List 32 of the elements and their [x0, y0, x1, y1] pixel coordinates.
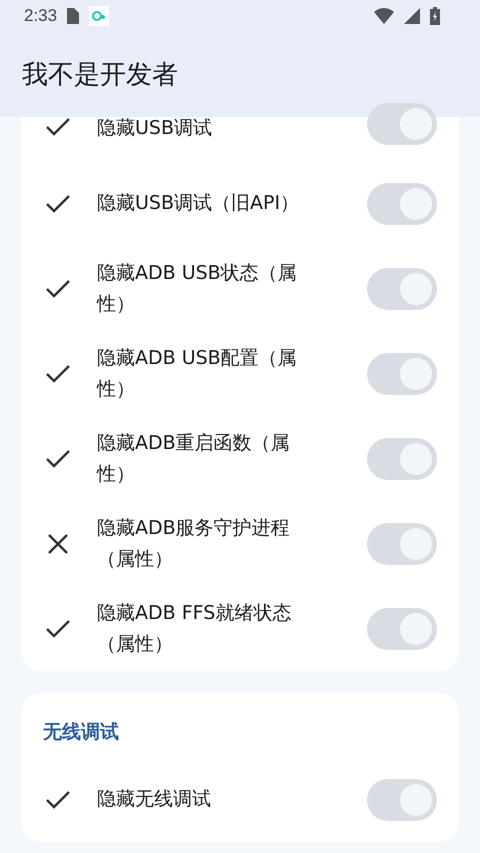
setting-label: 隐藏ADB USB配置（属性）: [97, 346, 298, 402]
cross-icon: [45, 534, 71, 554]
toggle-switch[interactable]: [367, 268, 437, 310]
app-title: 我不是开发者: [22, 59, 178, 92]
sim-card-icon: [67, 8, 80, 24]
checkmark-icon: [45, 117, 71, 137]
toggle-switch[interactable]: [367, 182, 437, 224]
setting-label: 隐藏ADB重启函数（属性）: [97, 430, 291, 486]
status-time: 2:33: [24, 6, 58, 26]
section-title: 无线调试: [42, 720, 120, 745]
toggle-switch[interactable]: [367, 608, 437, 650]
setting-label: 隐藏ADB FFS就绪状态（属性）: [97, 600, 292, 656]
checkmark-icon: [45, 790, 71, 810]
setting-label: 隐藏USB调试: [97, 116, 214, 141]
toggle-switch[interactable]: [367, 522, 437, 564]
setting-label: 隐藏ADB服务守护进程（属性）: [97, 516, 291, 572]
checkmark-icon: [45, 194, 71, 214]
app-notification-icon: [89, 6, 110, 26]
battery-icon: [430, 7, 440, 25]
checkmark-icon: [45, 448, 71, 468]
checkmark-icon: [45, 278, 71, 298]
toggle-switch[interactable]: [367, 438, 437, 480]
toggle-switch[interactable]: [367, 778, 437, 820]
setting-label: 隐藏无线调试: [97, 787, 212, 812]
toggle-switch[interactable]: [367, 103, 437, 145]
signal-icon: [404, 8, 420, 24]
setting-label: 隐藏ADB USB状态（属性）: [97, 260, 298, 316]
wifi-icon: [374, 8, 394, 24]
setting-label: 隐藏USB调试（旧API）: [97, 191, 300, 216]
checkmark-icon: [45, 618, 71, 638]
checkmark-icon: [45, 364, 71, 384]
toggle-switch[interactable]: [367, 352, 437, 394]
